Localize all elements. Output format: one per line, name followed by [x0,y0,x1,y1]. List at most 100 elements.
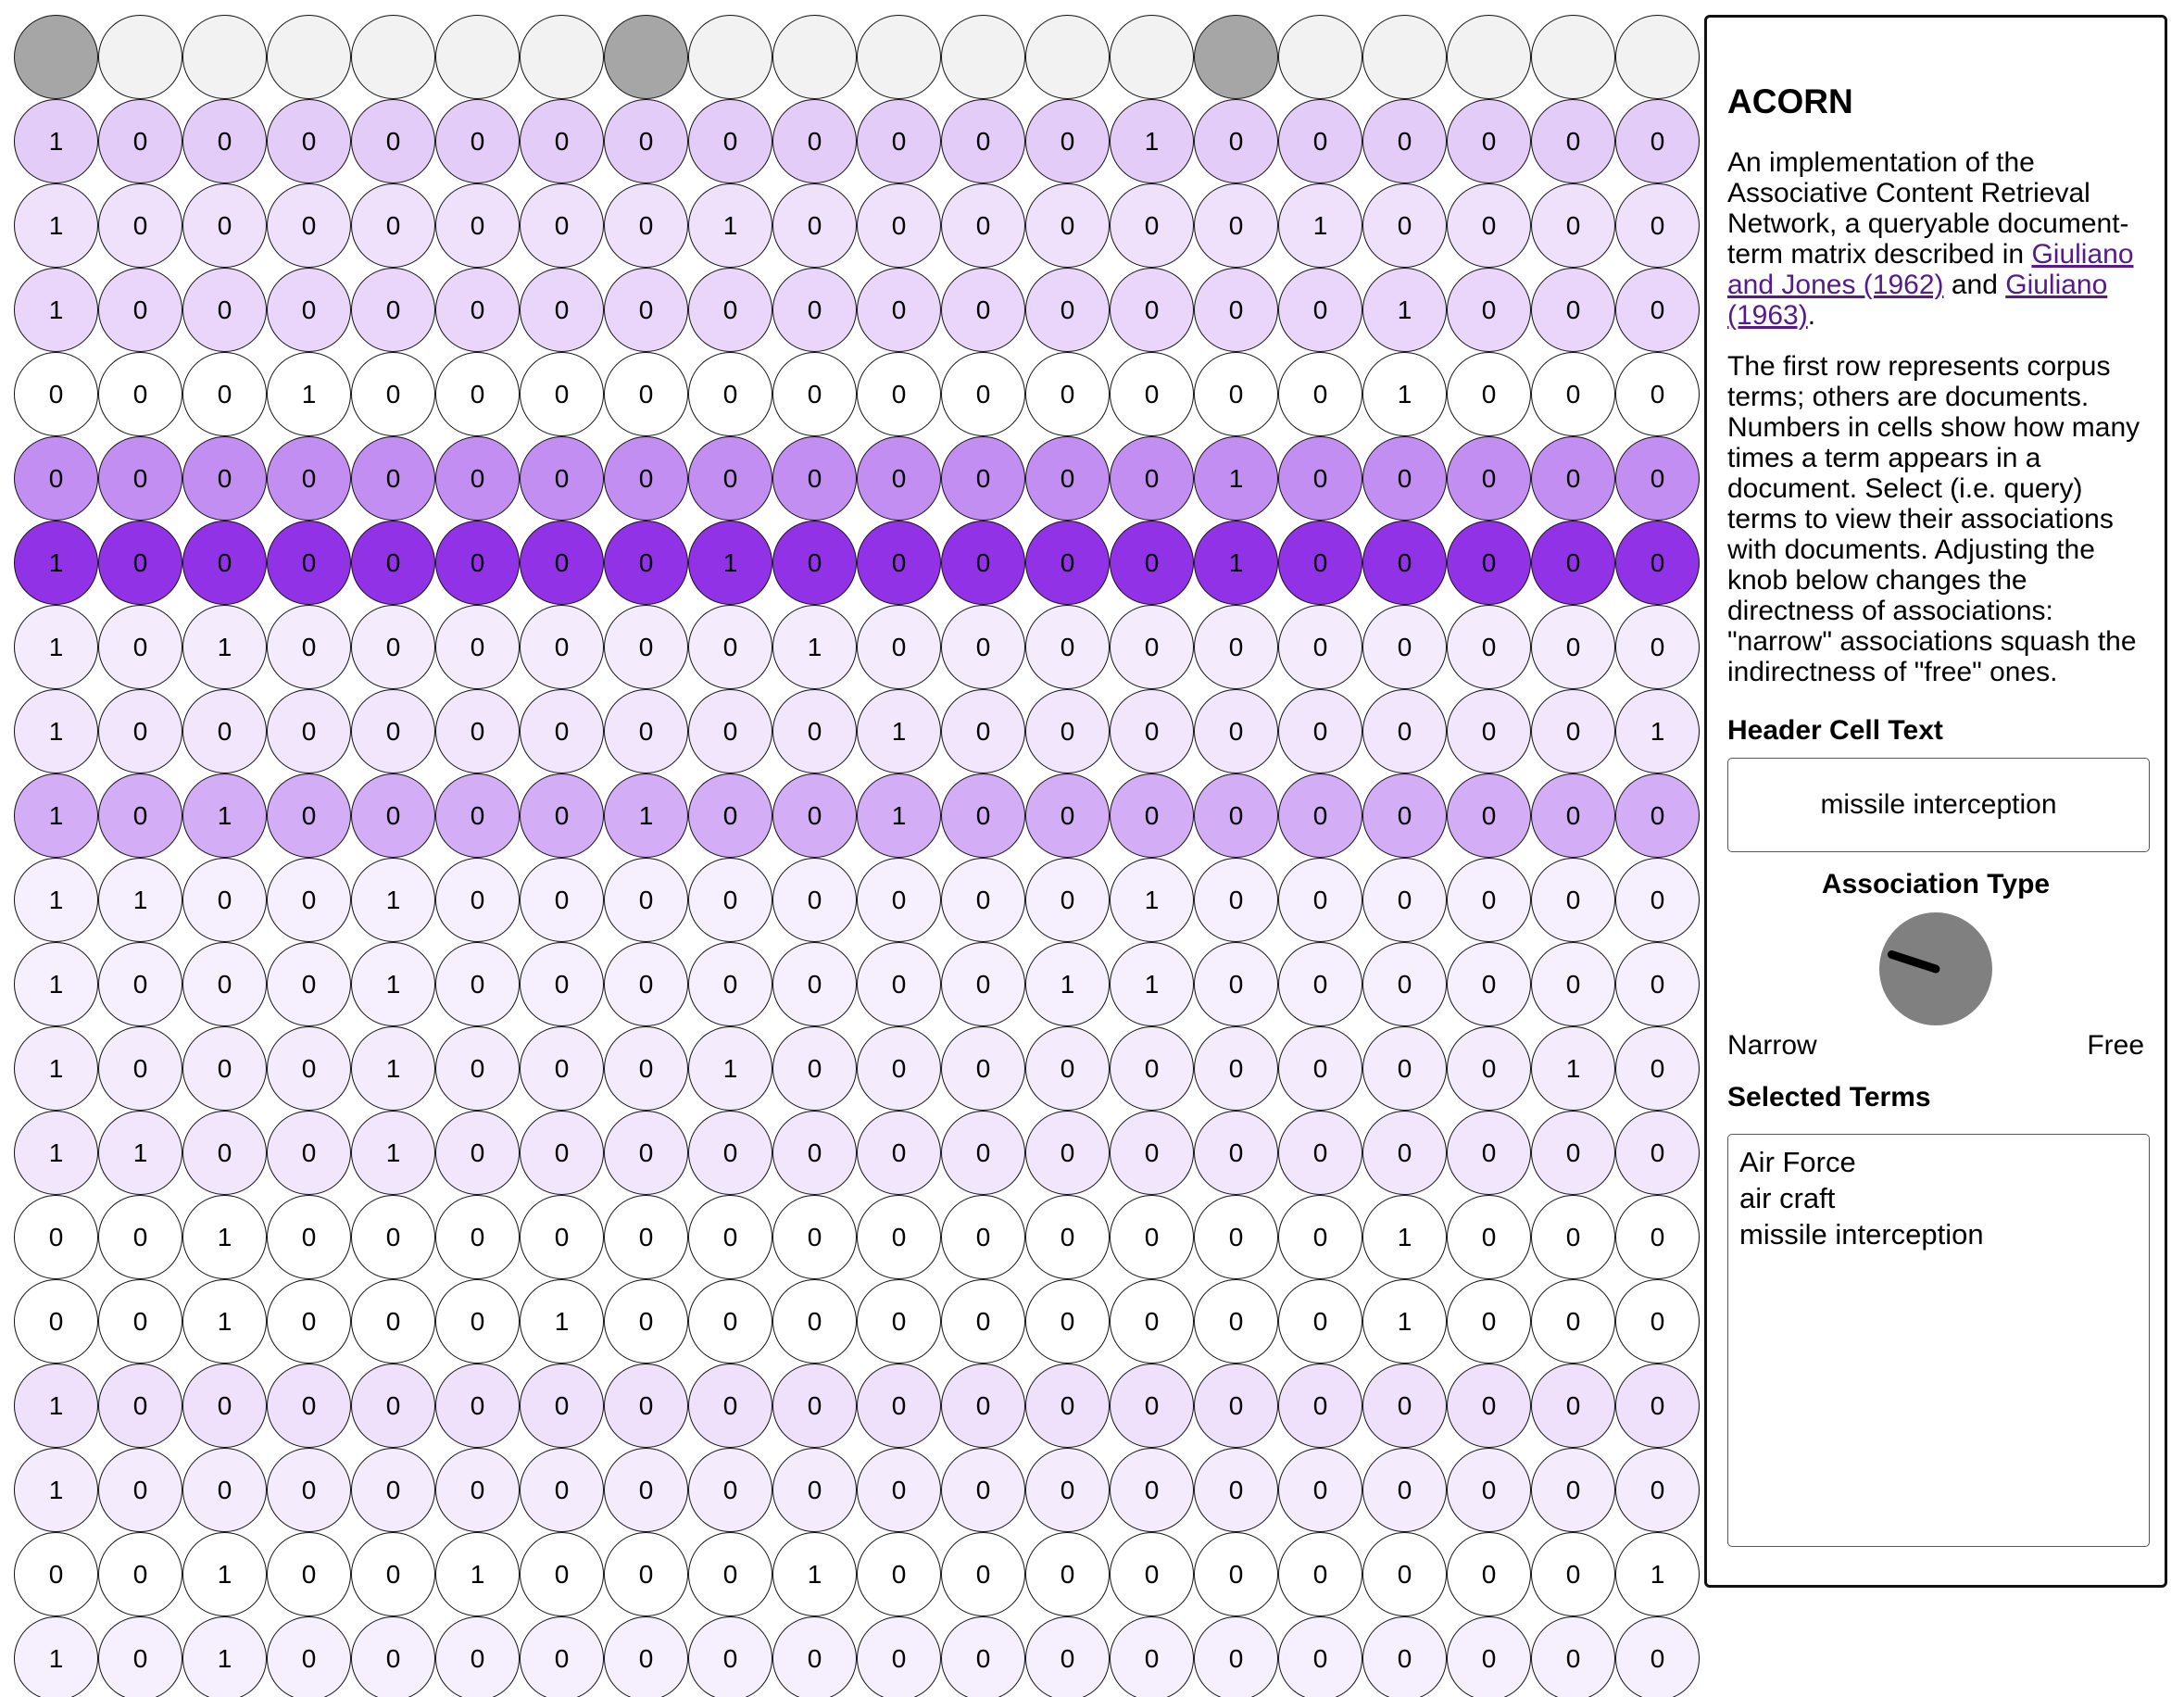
matrix-cell[interactable]: 0 [1025,773,1110,858]
matrix-cell[interactable]: 0 [1278,521,1362,605]
matrix-cell[interactable]: 1 [1110,858,1194,942]
matrix-cell[interactable]: 0 [520,436,604,521]
matrix-cell[interactable]: 0 [14,352,98,436]
header-cell-text-field[interactable]: missile interception [1727,758,2150,852]
term-header-cell[interactable] [1194,15,1278,99]
matrix-cell[interactable]: 0 [772,1616,857,1697]
matrix-cell[interactable]: 0 [1278,1111,1362,1195]
matrix-cell[interactable]: 0 [1025,183,1110,268]
matrix-cell[interactable]: 1 [1531,1026,1615,1111]
matrix-cell[interactable]: 0 [1110,689,1194,773]
matrix-cell[interactable]: 0 [857,436,941,521]
matrix-cell[interactable]: 0 [98,1616,182,1697]
matrix-cell[interactable]: 0 [1025,1279,1110,1364]
term-header-cell[interactable] [1110,15,1194,99]
matrix-cell[interactable]: 0 [857,1279,941,1364]
matrix-cell[interactable]: 0 [267,1111,351,1195]
matrix-cell[interactable]: 0 [1110,268,1194,352]
matrix-cell[interactable]: 0 [1615,268,1700,352]
matrix-cell[interactable]: 1 [182,1532,267,1616]
matrix-cell[interactable]: 0 [688,773,772,858]
matrix-cell[interactable]: 0 [1110,1026,1194,1111]
matrix-cell[interactable]: 1 [351,942,435,1026]
matrix-cell[interactable]: 1 [182,1616,267,1697]
matrix-cell[interactable]: 1 [520,1279,604,1364]
matrix-cell[interactable]: 0 [941,773,1025,858]
matrix-cell[interactable]: 0 [435,1448,520,1532]
matrix-cell[interactable]: 0 [1362,436,1447,521]
matrix-cell[interactable]: 0 [435,521,520,605]
matrix-cell[interactable]: 0 [857,1195,941,1279]
matrix-cell[interactable]: 0 [1362,183,1447,268]
matrix-cell[interactable]: 0 [1447,1279,1531,1364]
matrix-cell[interactable]: 0 [1447,1195,1531,1279]
matrix-cell[interactable]: 0 [98,436,182,521]
matrix-cell[interactable]: 0 [1025,689,1110,773]
matrix-cell[interactable]: 0 [772,1026,857,1111]
matrix-cell[interactable]: 0 [1531,521,1615,605]
matrix-cell[interactable]: 0 [435,1026,520,1111]
matrix-cell[interactable]: 1 [688,1026,772,1111]
matrix-cell[interactable]: 1 [772,1532,857,1616]
matrix-cell[interactable]: 1 [1025,942,1110,1026]
matrix-cell[interactable]: 1 [1362,1279,1447,1364]
matrix-cell[interactable]: 0 [1194,268,1278,352]
matrix-cell[interactable]: 1 [604,773,688,858]
matrix-cell[interactable]: 0 [688,942,772,1026]
matrix-cell[interactable]: 0 [1194,1026,1278,1111]
matrix-cell[interactable]: 0 [1362,1026,1447,1111]
matrix-cell[interactable]: 0 [182,352,267,436]
matrix-cell[interactable]: 0 [941,1448,1025,1532]
matrix-cell[interactable]: 0 [604,268,688,352]
matrix-cell[interactable]: 0 [435,1111,520,1195]
matrix-cell[interactable]: 0 [1025,605,1110,689]
matrix-cell[interactable]: 1 [351,1111,435,1195]
matrix-cell[interactable]: 0 [688,1195,772,1279]
matrix-cell[interactable]: 0 [1531,436,1615,521]
matrix-cell[interactable]: 0 [98,1026,182,1111]
matrix-cell[interactable]: 0 [182,99,267,183]
matrix-cell[interactable]: 0 [1110,521,1194,605]
matrix-cell[interactable]: 0 [1194,1279,1278,1364]
matrix-cell[interactable]: 0 [14,1532,98,1616]
matrix-cell[interactable]: 0 [1278,858,1362,942]
matrix-cell[interactable]: 0 [1194,99,1278,183]
matrix-cell[interactable]: 0 [857,99,941,183]
matrix-cell[interactable]: 0 [435,183,520,268]
matrix-cell[interactable]: 0 [520,1364,604,1448]
matrix-cell[interactable]: 0 [1615,521,1700,605]
matrix-cell[interactable]: 0 [520,773,604,858]
matrix-cell[interactable]: 0 [351,1279,435,1364]
matrix-cell[interactable]: 0 [941,1279,1025,1364]
matrix-cell[interactable]: 0 [604,858,688,942]
matrix-cell[interactable]: 0 [435,99,520,183]
matrix-cell[interactable]: 0 [520,1111,604,1195]
matrix-cell[interactable]: 0 [1278,1532,1362,1616]
matrix-cell[interactable]: 0 [1615,183,1700,268]
matrix-cell[interactable]: 0 [1025,1111,1110,1195]
matrix-cell[interactable]: 0 [98,942,182,1026]
matrix-cell[interactable]: 0 [267,1616,351,1697]
matrix-cell[interactable]: 0 [98,352,182,436]
matrix-cell[interactable]: 0 [351,99,435,183]
matrix-cell[interactable]: 0 [1025,1364,1110,1448]
matrix-cell[interactable]: 0 [351,773,435,858]
matrix-cell[interactable]: 0 [772,268,857,352]
matrix-cell[interactable]: 0 [520,689,604,773]
matrix-cell[interactable]: 0 [941,183,1025,268]
matrix-cell[interactable]: 0 [1025,1026,1110,1111]
matrix-cell[interactable]: 0 [1615,1616,1700,1697]
matrix-cell[interactable]: 0 [1615,1364,1700,1448]
matrix-cell[interactable]: 1 [1110,942,1194,1026]
matrix-cell[interactable]: 0 [1447,352,1531,436]
matrix-cell[interactable]: 0 [1278,773,1362,858]
matrix-cell[interactable]: 0 [267,436,351,521]
matrix-cell[interactable]: 0 [1025,1532,1110,1616]
matrix-cell[interactable]: 0 [857,942,941,1026]
matrix-cell[interactable]: 0 [267,773,351,858]
matrix-cell[interactable]: 0 [435,1364,520,1448]
matrix-cell[interactable]: 0 [1447,1448,1531,1532]
matrix-cell[interactable]: 0 [688,436,772,521]
term-header-cell[interactable] [772,15,857,99]
matrix-cell[interactable]: 0 [435,1279,520,1364]
